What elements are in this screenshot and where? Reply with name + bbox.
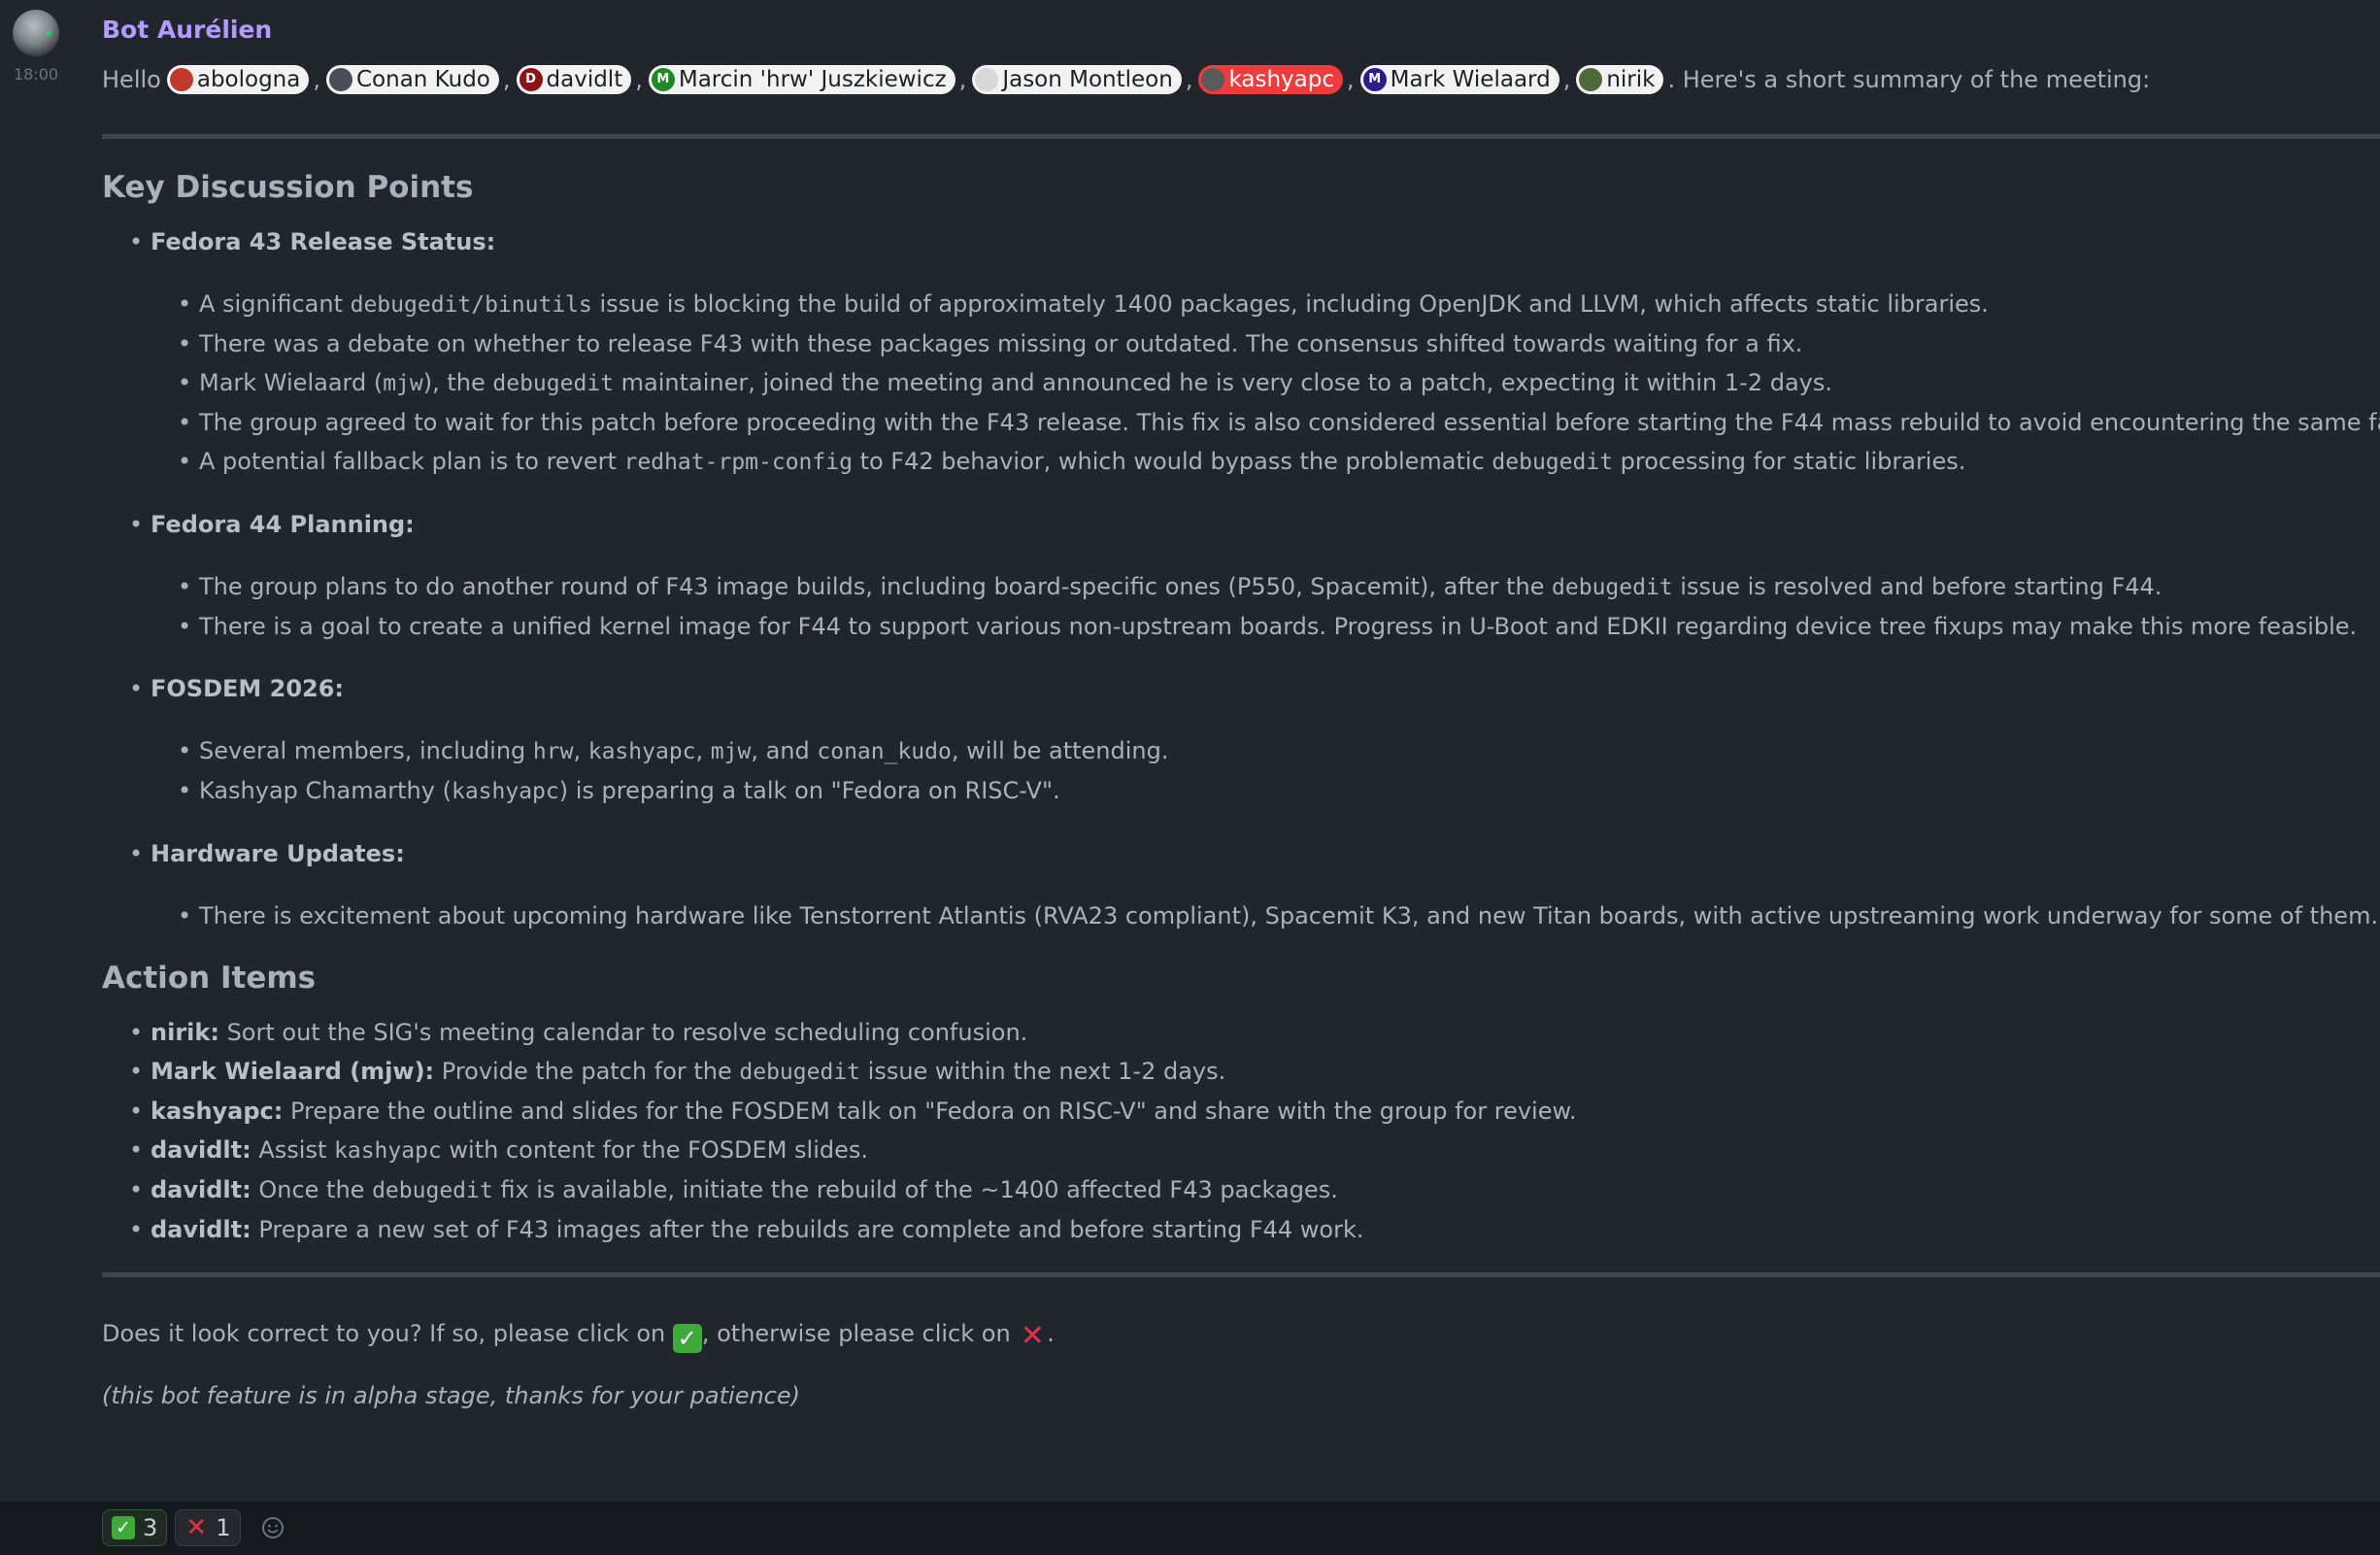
separator: , [958,66,967,93]
list-item: There is a goal to create a unified kern… [102,607,2380,646]
mention-pill[interactable]: nirik [1576,65,1664,94]
add-reaction-button[interactable] [258,1513,287,1542]
inline-code: mjw [383,371,423,396]
mention-name: Conan Kudo [355,67,490,92]
inline-code: mjw [710,739,752,764]
list-item: Hardware Updates: [102,834,2380,873]
list-item: Fedora 43 Release Status: [102,222,2380,261]
check-mark-icon: ✓ [672,1324,702,1353]
reaction-count: 1 [216,1514,231,1541]
mention-pill-self[interactable]: kashyapc [1198,65,1344,94]
assignee: kashyapc: [151,1098,284,1125]
message: 18:00 Bot Aurélien Hello abologna, Conan… [0,0,2380,1502]
mention-pill[interactable]: abologna [166,65,310,94]
inline-code: debugedit [492,371,615,396]
mention-name: Mark Wielaard [1390,67,1551,92]
smiley-icon [261,1517,284,1538]
inline-code: debugedit [372,1178,493,1203]
message-body: Hello abologna, Conan Kudo, Ddavidlt, MM… [102,60,2380,1415]
list-item: FOSDEM 2026: [102,669,2380,708]
separator: , [635,66,643,93]
topic-title: Fedora 43 Release Status: [151,228,496,255]
mention-name: kashyapc [1228,67,1335,92]
reaction-cross[interactable]: ✕ 1 [175,1509,241,1546]
section-heading: Key Discussion Points [102,170,474,205]
reactions-bar: ✓ 3 ✕ 1 [102,1509,287,1546]
mention-pill[interactable]: M Mark Wielaard [1359,65,1559,94]
mention-name: davidlt [546,67,623,92]
separator: , [502,66,511,93]
mention-avatar: M [651,68,675,91]
list-item: The group plans to do another round of F… [102,567,2380,607]
inline-code: redhat-rpm-config [623,450,853,475]
list-item: A significant debugedit/binutils issue i… [102,285,2380,324]
list-item: Mark Wielaard (mjw), the debugedit maint… [102,363,2380,403]
sender-name[interactable]: Bot Aurélien [102,16,272,44]
action-item: davidlt: Once the debugedit fix is avail… [102,1170,2380,1210]
inline-code: debugedit/binutils [350,292,592,318]
assignee: Mark Wielaard (mjw): [151,1058,435,1085]
list-item: A potential fallback plan is to revert r… [102,442,2380,482]
mention-name: abologna [196,67,301,92]
separator: , [1347,66,1355,93]
mention-avatar [169,68,193,91]
action-item: kashyapc: Prepare the outline and slides… [102,1092,2380,1131]
list-item: Fedora 44 Planning: [102,505,2380,544]
separator: , [1562,66,1571,93]
action-item: Mark Wielaard (mjw): Provide the patch f… [102,1052,2380,1092]
assignee: davidlt: [151,1176,251,1203]
greeting-tail: . Here's a short summary of the meeting: [1667,66,2151,93]
inline-code: kashyapc [334,1138,442,1164]
mention-pill[interactable]: Conan Kudo [325,65,499,94]
message-timestamp: 18:00 [13,65,59,84]
topic-title: FOSDEM 2026: [151,675,345,702]
inline-code: kashyapc [587,739,696,764]
mention-name: nirik [1606,67,1656,92]
alpha-note: (this bot feature is in alpha stage, tha… [102,1382,801,1409]
action-item: davidlt: Prepare a new set of F43 images… [102,1210,2380,1249]
mention-avatar: M [1362,68,1387,91]
mention-name: Marcin 'hrw' Juszkiewicz [678,67,947,92]
inline-code: conan_kudo [817,739,952,764]
assignee: davidlt: [151,1136,251,1164]
list-item: There is excitement about upcoming hardw… [102,896,2380,935]
reaction-count: 3 [143,1514,158,1541]
inline-code: kashyapc [451,779,559,804]
separator: , [313,66,320,93]
cross-mark-icon: ✕ [185,1513,208,1542]
reaction-check[interactable]: ✓ 3 [102,1509,168,1546]
list-item: There was a debate on whether to release… [102,324,2380,363]
assignee: nirik: [151,1019,219,1046]
action-item: davidlt: Assist kashyapc with content fo… [102,1131,2380,1170]
mention-avatar [975,68,999,91]
mention-avatar [1201,68,1225,91]
inline-code: debugedit [1492,450,1614,475]
confirm-line: Does it look correct to you? If so, plea… [102,1319,1055,1353]
assignee: davidlt: [151,1216,251,1243]
section-heading: Action Items [102,961,317,996]
list-item: Kashyap Chamarthy (kashyapc) is preparin… [102,771,2380,811]
inline-code: debugedit [739,1060,861,1085]
check-mark-icon: ✓ [112,1516,135,1539]
inline-code: debugedit [1552,575,1673,600]
sender-avatar[interactable] [13,10,59,56]
topic-title: Hardware Updates: [151,840,405,867]
mention-pill[interactable]: Jason Montleon [972,65,1182,94]
mention-avatar [328,68,352,91]
cross-mark-icon: ✕ [1020,1319,1045,1353]
mention-pill[interactable]: Ddavidlt [516,65,632,94]
mention-avatar [1579,68,1603,91]
list-item: Several members, including hrw, kashyapc… [102,731,2380,771]
mention-name: Jason Montleon [1002,67,1173,92]
mention-avatar: D [519,68,543,91]
separator: , [1185,66,1193,93]
mention-pill[interactable]: M Marcin 'hrw' Juszkiewicz [648,65,955,94]
greeting-line: Hello abologna, Conan Kudo, Ddavidlt, MM… [102,60,2380,99]
inline-code: hrw [532,739,574,764]
action-item: nirik: Sort out the SIG's meeting calend… [102,1013,2380,1052]
topic-title: Fedora 44 Planning: [151,511,415,538]
list-item: The group agreed to wait for this patch … [102,403,2380,442]
greeting-text: Hello [102,66,161,93]
